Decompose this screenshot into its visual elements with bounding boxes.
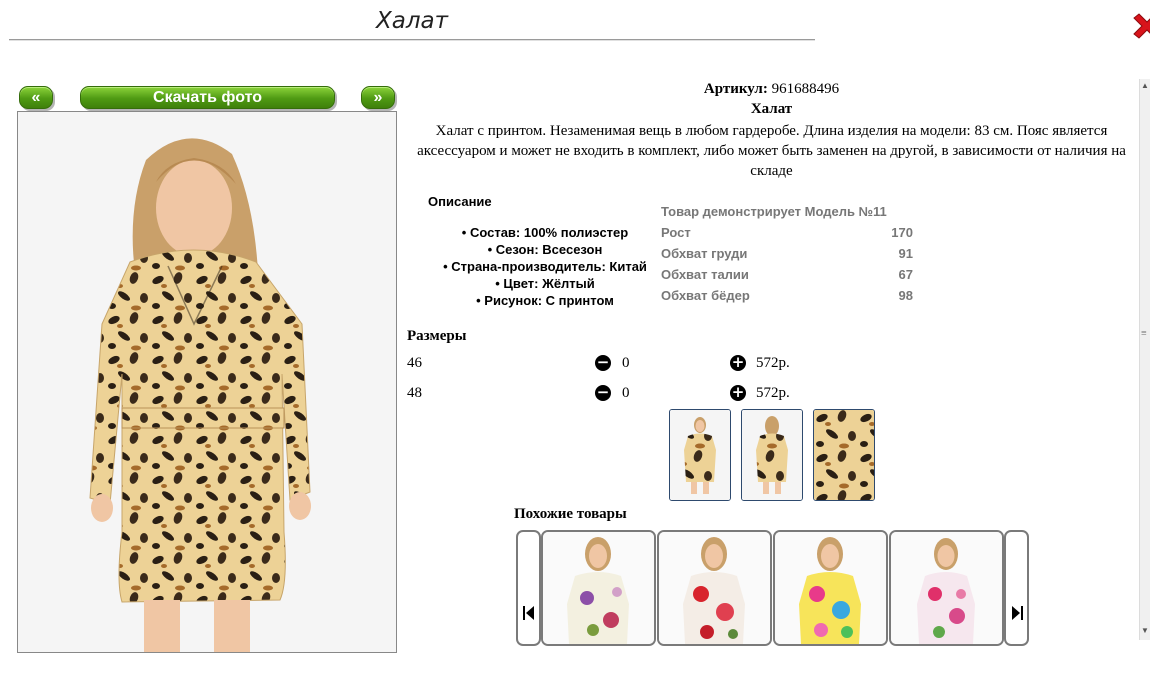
product-description: Халат с принтом. Незаменимая вещь в любо… [417,123,1126,179]
model-value: 91 [898,246,913,261]
carousel-first-button[interactable] [516,530,541,646]
model-value: 67 [898,267,913,282]
model-label: Обхват груди [661,246,748,261]
next-photo-button[interactable]: » [361,86,395,109]
size-row: 48 − 0 + 572р. [407,385,807,407]
scroll-up-arrow-icon[interactable]: ▲ [1141,81,1149,90]
model-value: 98 [898,288,913,303]
close-x-icon [1133,13,1150,39]
details-heading: Описание [428,194,492,209]
size-price: 572р. [756,355,790,371]
model-label: Обхват бёдер [661,288,750,303]
model-info-row: Обхват бёдер 98 [661,285,913,306]
details-item: Сезон: Всесезон [430,241,660,258]
size-quantity: 0 [622,355,630,371]
size-quantity: 0 [622,385,630,401]
skip-last-icon [1011,606,1023,621]
similar-product-card[interactable] [889,530,1004,646]
size-price: 572р. [756,385,790,401]
photo-thumbnail[interactable] [669,409,731,501]
size-label: 46 [407,355,422,371]
model-info-row: Обхват талии 67 [661,264,913,285]
vertical-scrollbar[interactable] [1139,79,1150,640]
similar-product-card[interactable] [541,530,656,646]
model-heading-text: Товар демонстрирует Модель №11 [661,204,887,219]
photo-thumbnail[interactable] [741,409,803,501]
photo-thumbnail[interactable] [813,409,875,501]
skip-first-icon [522,606,534,621]
download-photo-button[interactable]: Скачать фото [80,86,335,109]
model-label: Обхват талии [661,267,749,282]
model-info-heading: Товар демонстрирует Модель №11 [661,201,913,222]
details-item: Состав: 100% полиэстер [430,224,660,241]
product-name: Халат [750,101,793,117]
article-value: 961688496 [771,81,840,97]
model-info-row: Обхват груди 91 [661,243,913,264]
minus-circle-icon[interactable]: − [595,355,611,371]
size-label: 48 [407,385,422,401]
article-line: Артикул: 961688496 [410,81,1133,98]
scroll-grip-icon[interactable]: ≡ [1141,328,1147,339]
model-info-row: Рост 170 [661,222,913,243]
article-label: Артикул: [703,81,768,97]
similar-product-card[interactable] [657,530,772,646]
size-row: 46 − 0 + 572р. [407,355,807,377]
details-list: Состав: 100% полиэстер Сезон: Всесезон С… [430,224,660,309]
similar-products-heading: Похожие товары [514,506,627,522]
main-product-photo [17,111,397,653]
model-info-table: Товар демонстрирует Модель №11 Рост 170 О… [661,201,913,306]
details-item: Рисунок: С принтом [430,292,660,309]
scroll-down-arrow-icon[interactable]: ▼ [1141,626,1149,635]
title-divider [9,39,815,41]
prev-photo-button[interactable]: « [19,86,53,109]
details-item: Цвет: Жёлтый [430,275,660,292]
similar-product-card[interactable] [773,530,888,646]
minus-circle-icon[interactable]: − [595,385,611,401]
carousel-last-button[interactable] [1004,530,1029,646]
details-item: Страна-производитель: Китай [430,258,660,275]
close-button[interactable] [1130,10,1150,42]
sizes-heading: Размеры [407,328,467,344]
page-title: Халат [375,8,449,34]
plus-circle-icon[interactable]: + [730,355,746,371]
plus-circle-icon[interactable]: + [730,385,746,401]
model-label: Рост [661,225,691,240]
model-value: 170 [891,225,913,240]
